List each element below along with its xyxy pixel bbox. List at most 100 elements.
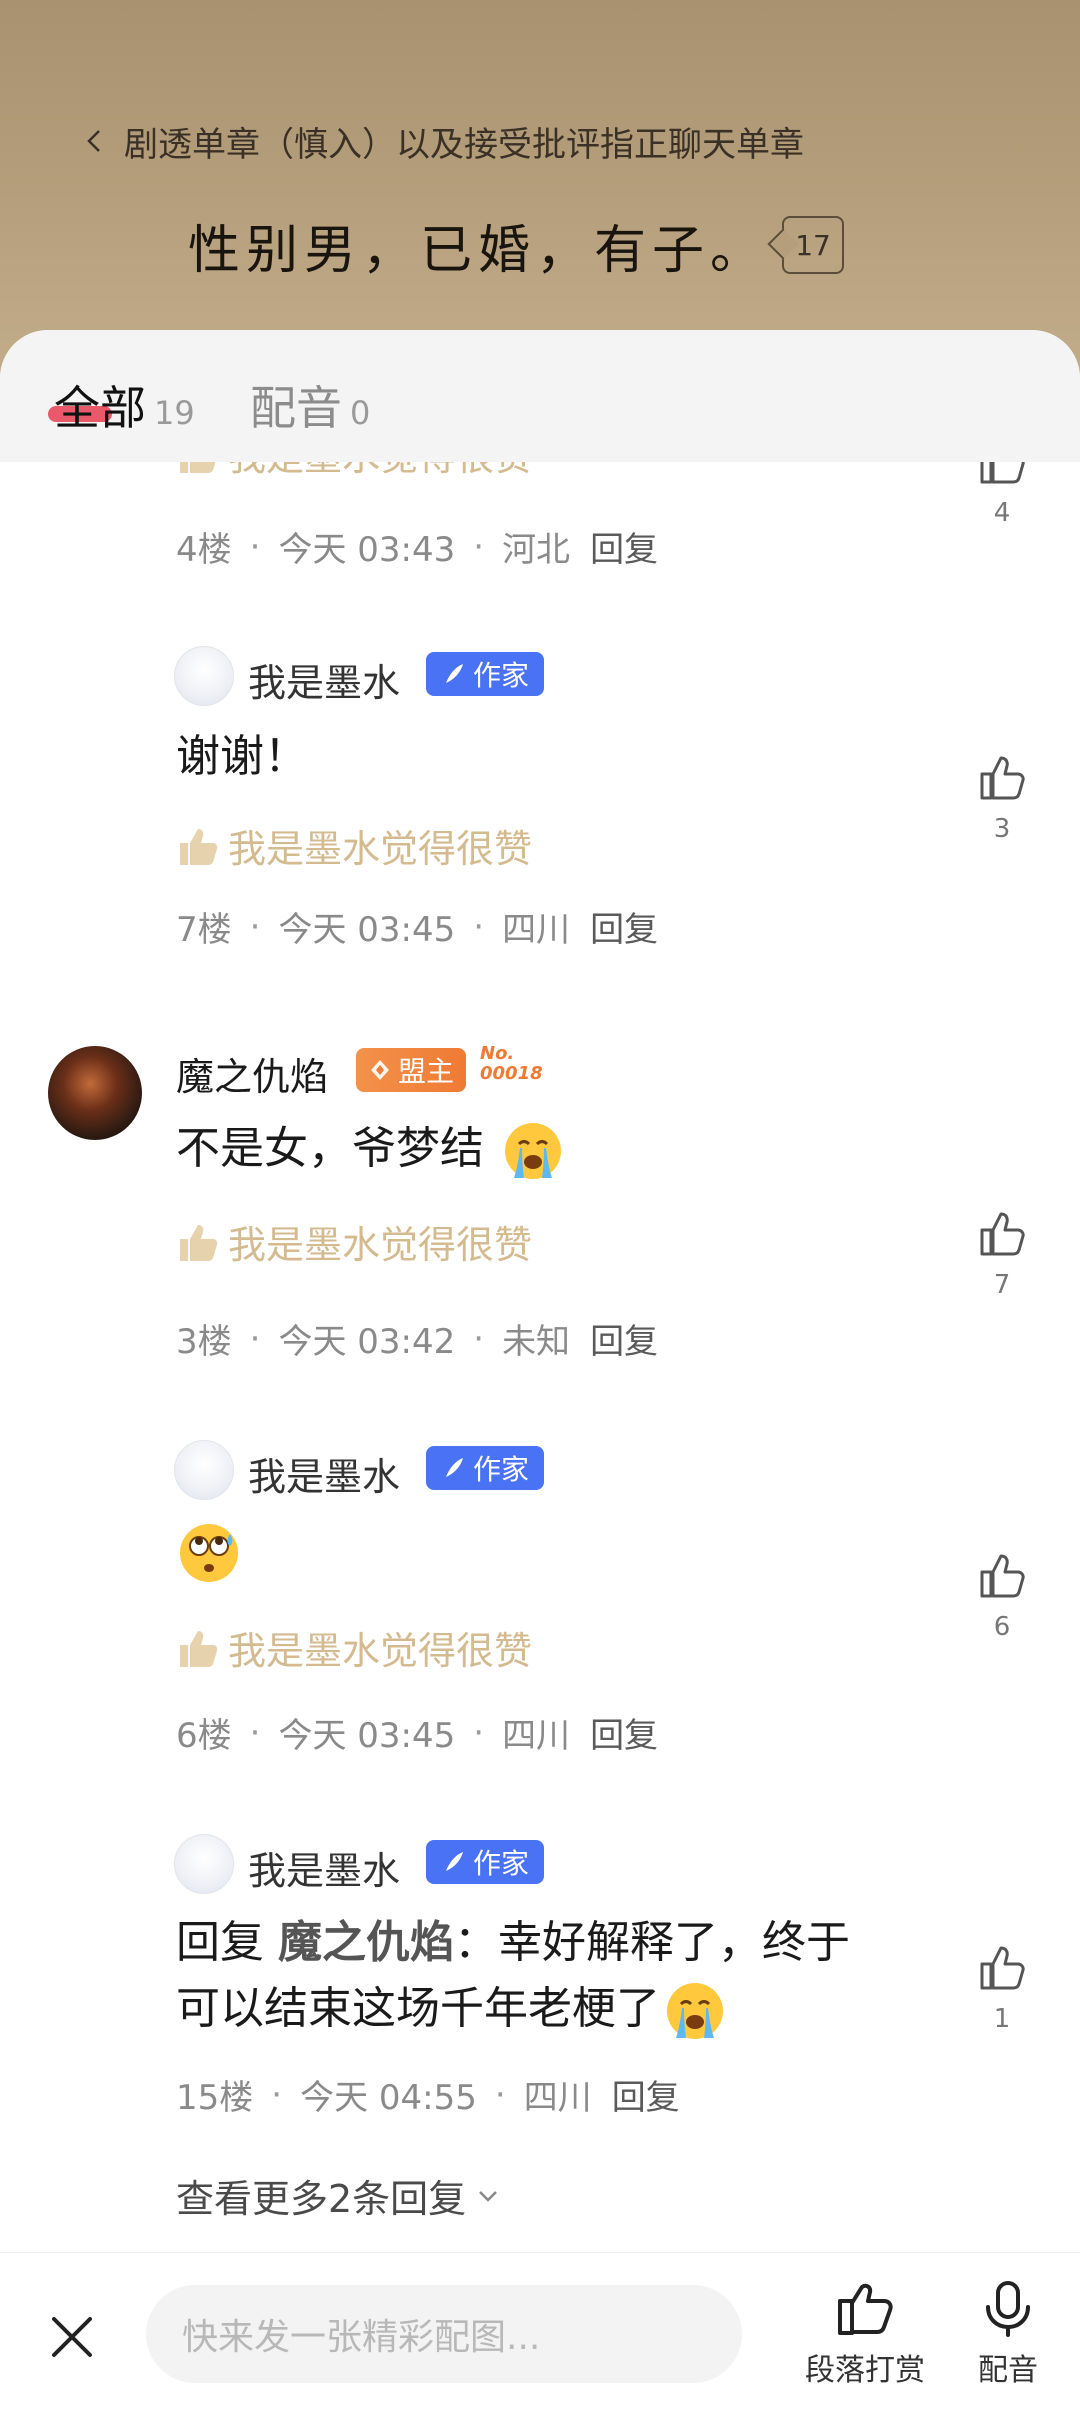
praise-line: 我是墨水觉得很赞 [176, 1620, 532, 1675]
tab-all-count: 19 [154, 394, 195, 432]
location: 河北 [502, 530, 571, 570]
thumbs-up-icon [980, 1212, 1025, 1256]
like-button[interactable]: 7 [972, 1208, 1032, 1300]
chevron-down-icon [479, 2190, 498, 2202]
breadcrumb[interactable]: 剧透单章（慎入）以及接受批评指正聊天单章 [82, 116, 804, 166]
comment-line-2: 可以结束这场千年老梗了 [176, 1976, 936, 2042]
like-count: 7 [993, 1270, 1011, 1300]
floor-number: 4楼 [176, 530, 232, 570]
hand-tip-icon [838, 2283, 893, 2335]
separator-dot: · [473, 1318, 485, 1359]
quill-icon [445, 1458, 463, 1477]
diamond-icon [370, 1060, 389, 1080]
comment-list[interactable]: 我是墨水觉得很赞 4楼 · 今天 03:43 · 河北 回复 4 我是墨水 作家 [0, 435, 1080, 2262]
timestamp: 今天 03:45 [278, 1716, 456, 1756]
comment-text: 回复 魔之仇焰：幸好解释了，终于 可以结束这场千年老梗了 [176, 1910, 936, 2042]
reply-prefix: 回复 [176, 1917, 264, 1968]
author-tag-label: 作家 [472, 1453, 529, 1486]
quote-text: 性别男，已婚，有子。 [188, 220, 769, 281]
tab-dubbing-label: 配音 [250, 381, 342, 435]
reply-button[interactable]: 回复 [612, 2070, 680, 2119]
quoted-paragraph: 性别男，已婚，有子。 17 [188, 210, 845, 281]
comment-meta: 6楼 · 今天 03:45 · 四川 回复 [176, 1708, 658, 1757]
view-more-replies-label: 查看更多2条回复 [176, 2177, 467, 2221]
quill-icon [445, 664, 463, 683]
comment-meta: 15楼 · 今天 04:55 · 四川 回复 [176, 2070, 680, 2119]
dubbing-button[interactable]: 配音 [966, 2279, 1050, 2389]
comment-meta: 7楼 · 今天 03:45 · 四川 回复 [176, 902, 658, 951]
avatar[interactable] [48, 1046, 142, 1140]
timestamp: 今天 03:45 [278, 910, 456, 950]
like-button[interactable]: 6 [972, 1550, 1032, 1642]
thumbs-up-filled-icon [180, 828, 218, 865]
tab-dubbing[interactable]: 配音 0 [250, 372, 370, 438]
like-button[interactable]: 3 [972, 752, 1032, 844]
comment-text-line2: 可以结束这场千年老梗了 [176, 1983, 660, 2034]
dubbing-label: 配音 [978, 2353, 1038, 2388]
like-count: 4 [993, 498, 1011, 528]
location: 四川 [523, 2078, 592, 2118]
username[interactable]: 我是墨水 [248, 652, 400, 707]
crying-face-emoji [667, 1983, 723, 2039]
paragraph-tip-button[interactable]: 段落打赏 [800, 2279, 930, 2389]
username[interactable]: 我是墨水 [248, 1446, 400, 1501]
thumbs-up-icon [980, 1946, 1025, 1990]
floor-number: 15楼 [176, 2078, 254, 2118]
thumbs-up-filled-icon [180, 1630, 218, 1667]
location: 四川 [502, 910, 571, 950]
separator-dot: · [494, 2074, 506, 2115]
comment-input[interactable]: 快来发一张精彩配图... [146, 2285, 742, 2383]
location: 四川 [502, 1716, 571, 1756]
praise-text: 我是墨水觉得很赞 [228, 827, 533, 871]
rank-number: No. 00018 [480, 1044, 543, 1084]
comment-input-placeholder: 快来发一张精彩配图... [182, 2317, 541, 2358]
thumbs-up-icon [980, 756, 1025, 800]
reply-button[interactable]: 回复 [590, 902, 658, 951]
tab-all[interactable]: 全部 19 [54, 372, 195, 438]
close-icon[interactable] [44, 2309, 100, 2365]
thumbs-up-filled-icon [180, 1224, 218, 1261]
leader-tag: 盟主 [356, 1048, 466, 1092]
floor-number: 6楼 [176, 1716, 232, 1756]
microphone-icon [986, 2281, 1030, 2337]
avatar[interactable] [174, 1834, 234, 1894]
avatar[interactable] [174, 646, 234, 706]
like-count: 3 [993, 814, 1011, 844]
timestamp: 今天 03:43 [278, 530, 456, 570]
reply-target-username[interactable]: 魔之仇焰 [278, 1917, 454, 1968]
separator-dot: · [249, 1712, 261, 1753]
separator-dot: · [249, 1318, 261, 1359]
reply-button[interactable]: 回复 [590, 1314, 658, 1363]
separator-dot: · [249, 526, 261, 567]
reply-button[interactable]: 回复 [590, 522, 658, 571]
separator-dot: · [473, 526, 485, 567]
like-button[interactable]: 1 [972, 1942, 1032, 2034]
view-more-replies-button[interactable]: 查看更多2条回复 [176, 2168, 502, 2223]
username[interactable]: 我是墨水 [248, 1840, 400, 1895]
comment-text: 不是女，爷梦结 [176, 1116, 564, 1182]
chevron-left-icon [87, 130, 100, 152]
crying-face-emoji [505, 1123, 561, 1179]
avatar[interactable] [174, 1440, 234, 1500]
praise-text: 我是墨水觉得很赞 [228, 1629, 533, 1673]
paragraph-comment-count-badge[interactable]: 17 [782, 216, 845, 274]
comment-line-1: 回复 魔之仇焰：幸好解释了，终于 [176, 1910, 936, 1976]
tab-all-label: 全部 [54, 381, 146, 435]
comment-meta: 3楼 · 今天 03:42 · 未知 回复 [176, 1314, 658, 1363]
leader-tag-label: 盟主 [397, 1055, 454, 1088]
thumbs-up-icon [980, 1554, 1025, 1598]
reply-button[interactable]: 回复 [590, 1708, 658, 1757]
author-tag: 作家 [426, 652, 544, 696]
praise-line: 我是墨水觉得很赞 [176, 818, 532, 873]
tab-dubbing-count: 0 [350, 394, 371, 432]
rolling-eyes-sweat-emoji [180, 1524, 238, 1582]
like-count: 1 [993, 2004, 1011, 2034]
rank-value: 00018 [480, 1063, 543, 1084]
timestamp: 今天 03:42 [278, 1322, 456, 1362]
floor-number: 7楼 [176, 910, 232, 950]
praise-text: 我是墨水觉得很赞 [228, 1223, 533, 1267]
username[interactable]: 魔之仇焰 [176, 1046, 328, 1101]
timestamp: 今天 04:55 [300, 2078, 477, 2118]
paragraph-tip-label: 段落打赏 [805, 2353, 925, 2388]
separator-dot: · [249, 906, 261, 947]
